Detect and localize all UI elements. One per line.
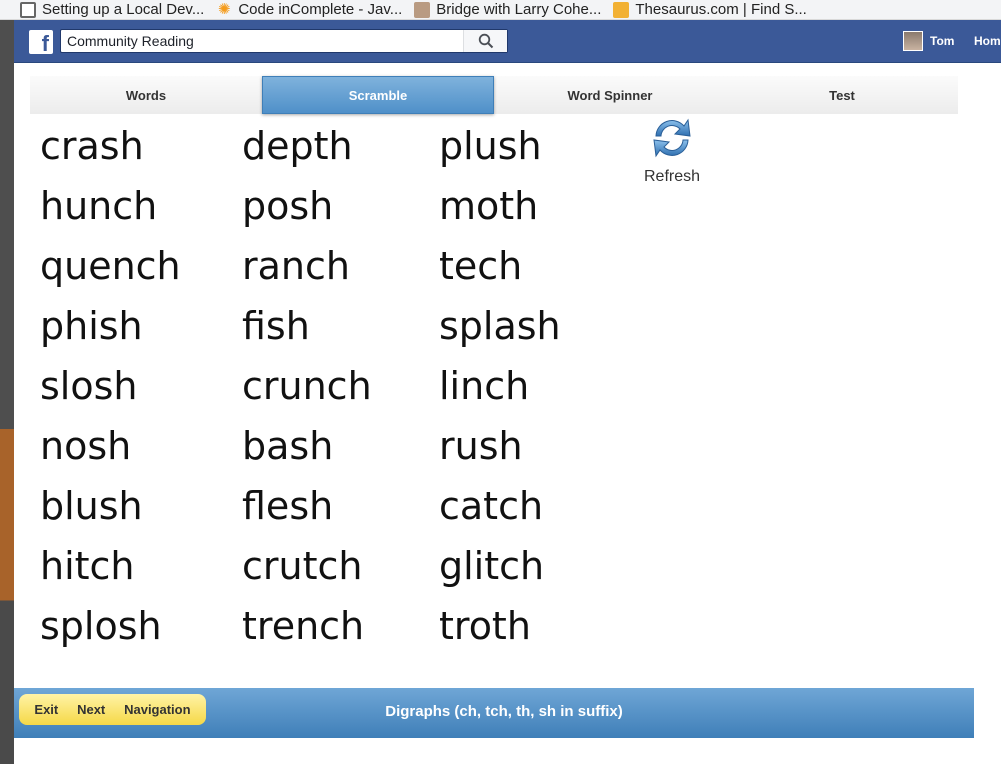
word: moth [439,184,539,228]
word: glitch [439,544,545,588]
navigation-pill: Exit Next Navigation [19,694,206,725]
word: crunch [242,364,372,408]
word: troth [439,604,531,648]
word: splash [439,304,561,348]
word: ranch [242,244,350,288]
word-column-2: depth posh ranch fish crunch bash flesh … [242,124,442,664]
bookmark-label: Thesaurus.com | Find S... [635,1,807,18]
word: bash [242,424,334,468]
home-link[interactable]: Hom [974,34,1001,48]
word: plush [439,124,542,168]
word-column-3: plush moth tech splash linch rush catch … [439,124,639,664]
word: slosh [40,364,138,408]
desktop-background-strip [0,20,14,764]
tab-bar: Words Scramble Word Spinner Test [30,76,958,114]
word: trench [242,604,365,648]
word: phish [40,304,143,348]
word: crash [40,124,144,168]
bookmark-bridge[interactable]: Bridge with Larry Cohe... [414,1,601,18]
bottom-bar: Exit Next Navigation Digraphs (ch, tch, … [14,688,974,738]
bookmark-code-incomplete[interactable]: ✺ Code inComplete - Jav... [216,1,402,18]
refresh-icon [653,118,691,158]
search-icon [478,33,493,49]
avatar [903,31,923,51]
word: tech [439,244,523,288]
word: crutch [242,544,363,588]
refresh-button[interactable]: Refresh [640,114,704,194]
word: nosh [40,424,132,468]
word: flesh [242,484,334,528]
word-column-1: crash hunch quench phish slosh nosh blus… [40,124,240,664]
user-name: Tom [930,34,955,48]
lesson-title: Digraphs (ch, tch, th, sh in suffix) [385,702,623,720]
word: quench [40,244,181,288]
document-icon [20,1,36,18]
search-button[interactable] [463,30,507,52]
thesaurus-icon [613,1,630,18]
tab-scramble[interactable]: Scramble [262,76,494,114]
sun-icon: ✺ [218,0,231,18]
navigation-button[interactable]: Navigation [124,702,190,717]
word: hunch [40,184,158,228]
tab-test[interactable]: Test [726,76,958,114]
word: blush [40,484,143,528]
bookmark-label: Bridge with Larry Cohe... [436,1,602,18]
facebook-top-bar: f Tom Hom [14,20,1001,63]
tab-word-spinner[interactable]: Word Spinner [494,76,726,114]
bookmark-thesaurus[interactable]: Thesaurus.com | Find S... [613,1,807,18]
facebook-logo-icon[interactable]: f [29,30,53,54]
word: posh [242,184,334,228]
tab-words[interactable]: Words [30,76,262,114]
word: depth [242,124,353,168]
word: catch [439,484,544,528]
bookmark-label: Setting up a Local Dev... [42,1,205,18]
word: rush [439,424,523,468]
search-input[interactable] [61,30,463,52]
word: hitch [40,544,135,588]
bookmark-label: Code inComplete - Jav... [238,1,403,18]
person-icon [414,1,431,18]
word-grid: crash hunch quench phish slosh nosh blus… [40,124,620,664]
next-button[interactable]: Next [77,702,105,717]
bookmark-setting-up[interactable]: Setting up a Local Dev... [20,1,204,18]
bookmarks-bar: Setting up a Local Dev... ✺ Code inCompl… [0,0,1001,20]
search-box [60,29,508,53]
profile-link[interactable]: Tom [903,30,954,52]
word: fish [242,304,310,348]
word: splosh [40,604,162,648]
exit-button[interactable]: Exit [34,702,58,717]
word: linch [439,364,530,408]
refresh-label: Refresh [643,168,701,185]
